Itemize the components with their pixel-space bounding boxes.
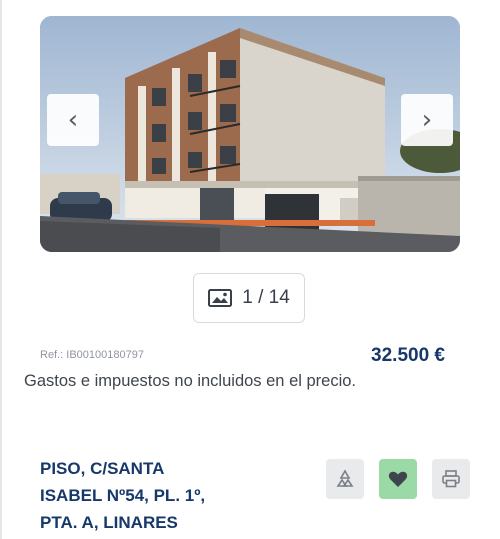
price-note: Gastos e impuestos no incluidos en el pr… [24, 372, 357, 390]
gallery-next-button[interactable]: › [401, 94, 453, 146]
listing-title-line: PISO, C/SANTA [40, 459, 165, 478]
heart-icon [388, 471, 408, 487]
favorite-button[interactable] [379, 459, 417, 499]
chevron-left-icon: ‹ [67, 105, 79, 135]
gallery-prev-button[interactable]: ‹ [47, 94, 99, 146]
image-icon [208, 289, 233, 307]
photo-counter-button[interactable]: 1 / 14 [193, 273, 305, 323]
listing-title-line: ISABEL Nº54, PL. 1º, [40, 486, 206, 505]
listing-title[interactable]: PISO, C/SANTA ISABEL Nº54, PL. 1º, PTA. … [40, 455, 280, 536]
building-photo [40, 16, 460, 252]
page-left-border [0, 0, 2, 539]
photo-gallery[interactable]: ‹ › [40, 16, 460, 252]
reference-code: Ref.: IB00100180797 [40, 349, 144, 361]
price: 32.500 € [371, 345, 445, 366]
chevron-right-icon: › [421, 105, 433, 135]
share-button[interactable] [326, 459, 364, 499]
listing-title-line: PTA. A, LINARES [40, 513, 178, 532]
printer-icon [442, 470, 460, 488]
recycle-share-icon [336, 469, 354, 487]
print-button[interactable] [432, 459, 470, 499]
photo-counter-text: 1 / 14 [242, 287, 290, 308]
